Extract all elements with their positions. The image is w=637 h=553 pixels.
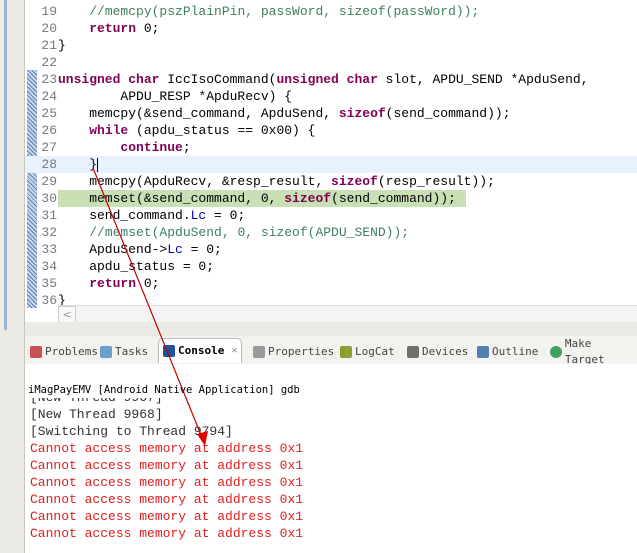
annotation-arrow	[92, 167, 208, 446]
